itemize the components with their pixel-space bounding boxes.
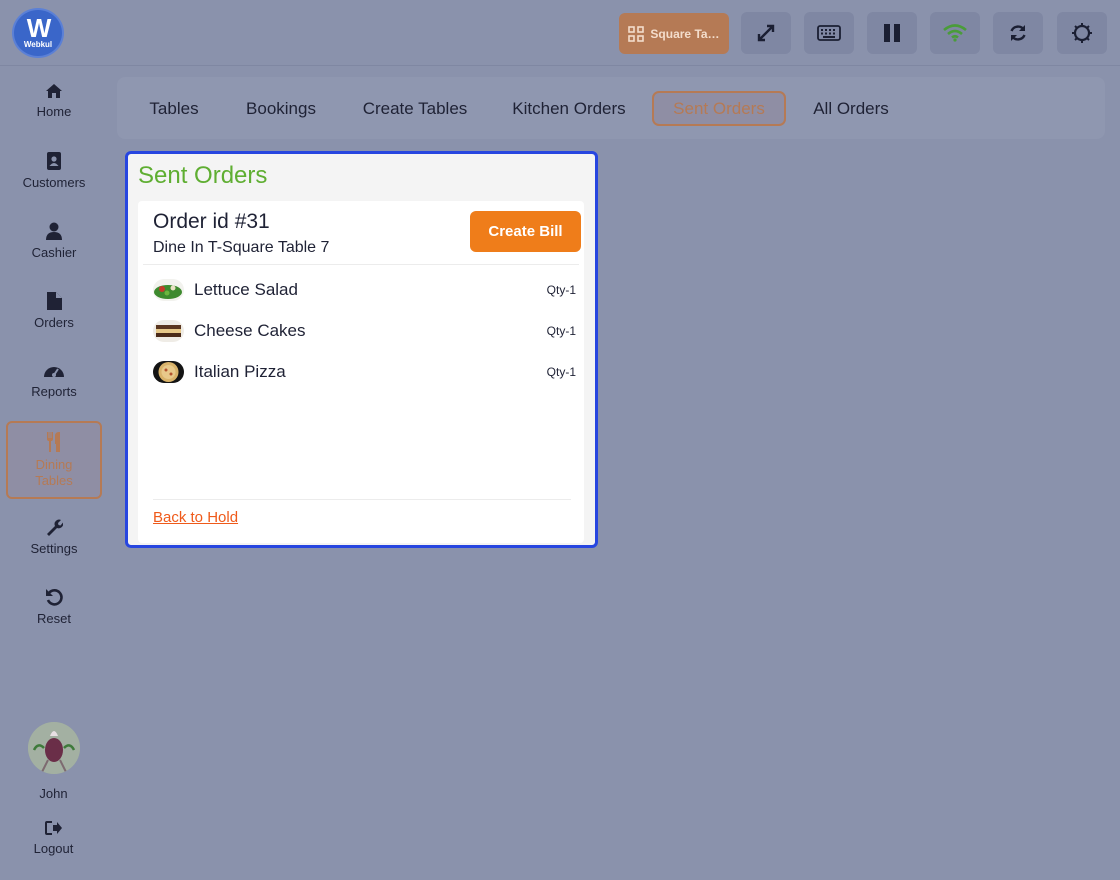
item-qty: Qty-1: [546, 324, 576, 338]
keyboard-button[interactable]: [804, 12, 854, 54]
wifi-status-button[interactable]: [930, 12, 980, 54]
cake-image: [153, 320, 184, 342]
sidebar-item-home[interactable]: Home: [6, 70, 102, 132]
gauge-icon: [44, 367, 64, 377]
expand-icon: [757, 24, 775, 42]
sidebar-item-label: Orders: [34, 315, 74, 330]
sidebar-item-label: Reset: [37, 611, 71, 626]
refresh-icon: [1010, 25, 1026, 41]
current-table-button[interactable]: Square Ta…: [619, 13, 729, 54]
order-card: Order id #31 Dine In T-Square Table 7 Cr…: [138, 201, 584, 543]
sidebar-item-label: Settings: [30, 541, 78, 556]
wifi-icon: [943, 24, 967, 42]
panel-title: Sent Orders: [138, 162, 268, 189]
top-bar: W Webkul Square Ta…: [0, 0, 1120, 66]
sidebar-item-settings[interactable]: Settings: [6, 506, 102, 568]
item-name: Lettuce Salad: [194, 280, 298, 299]
qr-grid-icon: [628, 25, 645, 42]
tab-all-orders[interactable]: All Orders: [805, 91, 897, 126]
webkul-logo: W Webkul: [12, 8, 64, 58]
tab-sent-orders[interactable]: Sent Orders: [652, 91, 786, 126]
divider: [143, 264, 579, 265]
item-thumbnail: [153, 279, 184, 301]
sync-button[interactable]: [993, 12, 1043, 54]
wrench-icon: [47, 519, 63, 536]
keyboard-icon: [817, 25, 841, 41]
current-table-label: Square Ta…: [650, 26, 720, 41]
undo-icon: [46, 589, 63, 606]
sidebar-item-label: Cashier: [31, 245, 77, 260]
pause-icon: [884, 24, 900, 42]
back-to-hold-link[interactable]: Back to Hold: [153, 509, 238, 526]
divider: [153, 499, 571, 500]
tab-bar: Tables Bookings Create Tables Kitchen Or…: [117, 77, 1105, 139]
sent-orders-panel: Sent Orders Order id #31 Dine In T-Squar…: [125, 151, 598, 548]
file-icon: [46, 292, 62, 310]
address-book-icon: [47, 152, 61, 170]
item-name: Italian Pizza: [194, 362, 286, 381]
item-name: Cheese Cakes: [194, 321, 306, 340]
home-icon: [46, 84, 62, 98]
user-avatar[interactable]: [28, 722, 80, 774]
sidebar-item-label: Dining Tables: [35, 456, 73, 488]
theme-button[interactable]: [1057, 12, 1107, 54]
order-table: Dine In T-Square Table 7: [153, 239, 330, 256]
pause-button[interactable]: [867, 12, 917, 54]
user-icon: [46, 222, 62, 240]
sidebar-item-orders[interactable]: Orders: [6, 280, 102, 342]
sidebar-item-label: Home: [36, 104, 72, 119]
salad-image: [153, 279, 184, 301]
avatar-image: [28, 722, 80, 774]
list-item: Cheese Cakes Qty-1: [153, 318, 581, 344]
sidebar-item-label: Customers: [22, 175, 86, 190]
item-thumbnail: [153, 320, 184, 342]
logout-label: Logout: [33, 841, 74, 856]
sidebar-item-customers[interactable]: Customers: [6, 140, 102, 202]
item-qty: Qty-1: [546, 283, 576, 297]
sidebar-item-label: Reports: [31, 384, 77, 399]
create-bill-button[interactable]: Create Bill: [470, 211, 581, 252]
item-qty: Qty-1: [546, 365, 576, 379]
list-item: Lettuce Salad Qty-1: [153, 277, 581, 303]
sidebar-item-reports[interactable]: Reports: [6, 350, 102, 412]
logo-mark: W: [26, 13, 52, 43]
utensils-icon: [47, 431, 60, 452]
list-item: Italian Pizza Qty-1: [153, 359, 581, 385]
sidebar-item-cashier[interactable]: Cashier: [6, 210, 102, 272]
tab-kitchen-orders[interactable]: Kitchen Orders: [505, 91, 633, 126]
tab-bookings[interactable]: Bookings: [237, 91, 325, 126]
sidebar: Home Customers Cashier Orders Reports Di…: [0, 66, 107, 880]
sign-out-icon: [44, 821, 62, 835]
brightness-icon: [1072, 23, 1092, 43]
sidebar-item-dining-tables[interactable]: Dining Tables: [6, 421, 102, 499]
tab-create-tables[interactable]: Create Tables: [355, 91, 475, 126]
logout-button[interactable]: Logout: [0, 821, 107, 856]
logo-text: Webkul: [23, 40, 53, 49]
order-id: Order id #31: [153, 210, 270, 233]
fullscreen-button[interactable]: [741, 12, 791, 54]
tab-tables[interactable]: Tables: [135, 91, 213, 126]
pizza-image: [153, 361, 184, 383]
user-name: John: [39, 786, 68, 801]
sidebar-item-reset[interactable]: Reset: [6, 576, 102, 638]
item-thumbnail: [153, 361, 184, 383]
